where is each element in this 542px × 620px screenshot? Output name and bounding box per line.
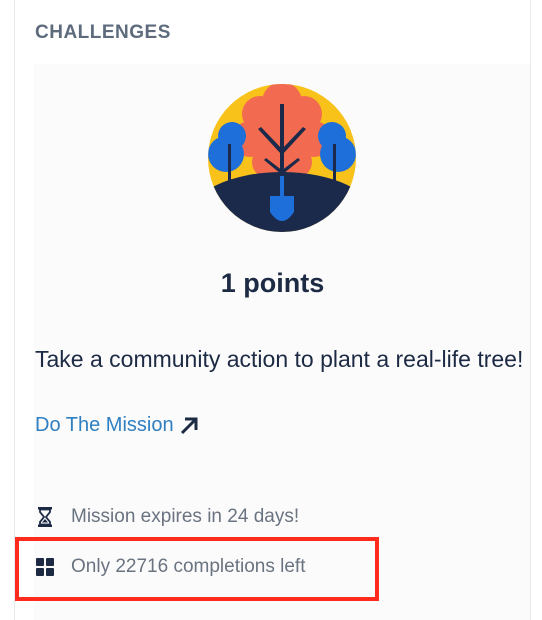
challenges-panel: CHALLENGES 1 points Take a community act… [14,0,531,620]
highlight-box [15,537,379,601]
arrow-up-right-icon [180,417,198,434]
points-label: 1 points [220,268,325,298]
hourglass-icon [35,507,55,527]
mission-expiry-text: Mission expires in 24 days! [71,506,300,527]
challenge-description: Take a community action to plant a real-… [35,346,524,372]
mission-expiry: Mission expires in 24 days! [35,506,299,528]
do-the-mission-link[interactable]: Do The Mission [35,414,200,437]
tree-planting-badge-icon [208,84,356,232]
mission-link-label: Do The Mission [35,414,174,436]
section-title: CHALLENGES [35,22,171,43]
